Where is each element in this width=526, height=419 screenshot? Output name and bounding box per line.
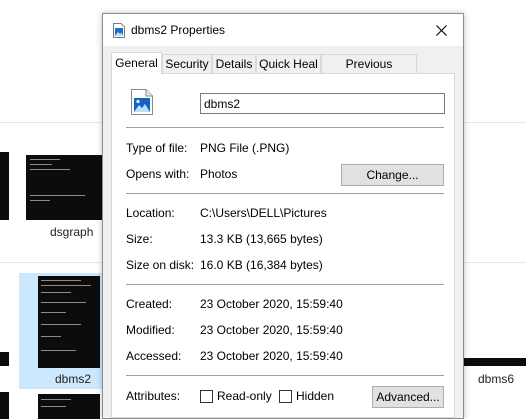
close-button[interactable]	[419, 14, 463, 46]
separator	[126, 193, 444, 194]
size-label: Size:	[126, 232, 153, 246]
close-icon	[435, 24, 447, 36]
change-button[interactable]: Change...	[341, 164, 444, 186]
location-value: C:\Users\DELL\Pictures	[200, 206, 327, 220]
file-thumbnail-dbms2[interactable]	[38, 276, 100, 368]
separator	[126, 375, 444, 376]
file-thumbnail-dbms6[interactable]	[464, 358, 526, 366]
general-tab-panel: Type of file: PNG File (.PNG) Opens with…	[111, 73, 455, 418]
tab-previous-versions[interactable]: Previous Versions	[321, 54, 417, 89]
file-thumbnail-partial[interactable]	[0, 392, 9, 419]
size-on-disk-value: 16.0 KB (16,384 bytes)	[200, 258, 323, 272]
accessed-value: 23 October 2020, 15:59:40	[200, 349, 343, 363]
properties-dialog: dbms2 Properties General Security Detail…	[102, 13, 464, 419]
file-thumbnail-partial[interactable]	[38, 394, 100, 419]
file-label[interactable]: dbms2	[55, 372, 91, 386]
opens-with-label: Opens with:	[126, 167, 190, 181]
hidden-checkbox[interactable]	[279, 390, 292, 403]
accessed-label: Accessed:	[126, 349, 182, 363]
dialog-title: dbms2 Properties	[131, 23, 226, 37]
type-of-file-label: Type of file:	[126, 141, 188, 155]
created-value: 23 October 2020, 15:59:40	[200, 297, 343, 311]
type-of-file-value: PNG File (.PNG)	[200, 141, 290, 155]
tab-security[interactable]: Security	[162, 54, 212, 73]
attributes-label: Attributes:	[126, 389, 181, 403]
advanced-button[interactable]: Advanced...	[372, 386, 444, 408]
separator	[126, 284, 444, 285]
file-thumbnail-partial[interactable]	[0, 352, 9, 366]
hidden-label[interactable]: Hidden	[296, 389, 334, 403]
image-file-icon	[113, 23, 125, 38]
file-thumbnail-dsgraph[interactable]	[26, 155, 104, 220]
file-label[interactable]: dbms6	[478, 372, 514, 386]
tab-general[interactable]: General	[111, 52, 162, 74]
read-only-label[interactable]: Read-only	[217, 389, 272, 403]
separator	[126, 127, 444, 128]
title-bar[interactable]: dbms2 Properties	[103, 14, 463, 46]
location-label: Location:	[126, 206, 175, 220]
image-file-icon	[131, 89, 153, 115]
created-label: Created:	[126, 297, 173, 311]
size-value: 13.3 KB (13,665 bytes)	[200, 232, 323, 246]
opens-with-value: Photos	[200, 167, 238, 181]
file-name-field[interactable]	[200, 93, 445, 114]
modified-value: 23 October 2020, 15:59:40	[200, 323, 343, 337]
read-only-checkbox[interactable]	[200, 390, 213, 403]
file-thumbnail-partial[interactable]	[0, 152, 9, 220]
tab-details[interactable]: Details	[212, 54, 256, 73]
size-on-disk-label: Size on disk:	[126, 258, 195, 272]
tab-quick-heal[interactable]: Quick Heal	[256, 54, 321, 73]
modified-label: Modified:	[126, 323, 175, 337]
file-label[interactable]: dsgraph	[50, 225, 93, 239]
